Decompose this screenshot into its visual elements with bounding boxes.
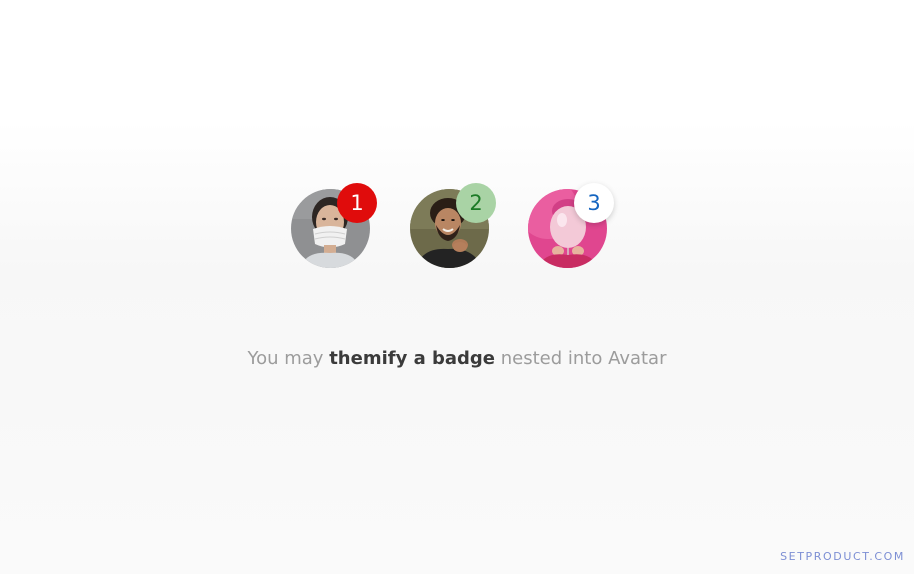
caption: You may themify a badge nested into Avat…: [0, 348, 914, 369]
avatar-with-badge-2[interactable]: 2: [410, 183, 496, 268]
caption-tail: nested into Avatar: [495, 348, 667, 369]
avatar-with-badge-3[interactable]: 3: [528, 183, 614, 268]
badge-count: 1: [337, 183, 377, 223]
badge-count: 3: [574, 183, 614, 223]
caption-lead: You may: [247, 348, 330, 369]
avatar-with-badge-1[interactable]: 1: [291, 183, 377, 268]
avatar-badge-demo: 1 2 3: [0, 0, 914, 300]
badge-count: 2: [456, 183, 496, 223]
caption-emphasis: themify a badge: [329, 348, 495, 369]
brand-link[interactable]: SETPRODUCT.COM: [780, 550, 905, 563]
